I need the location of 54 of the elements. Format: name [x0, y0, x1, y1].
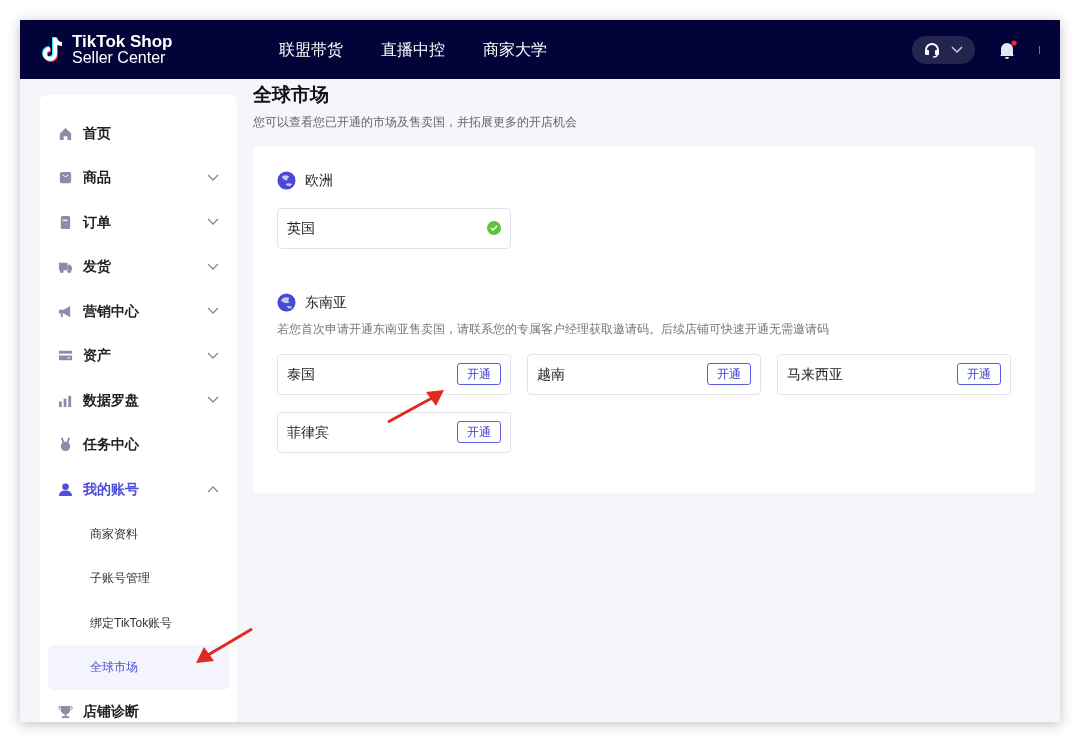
chevron-icon — [951, 45, 964, 54]
person-icon — [58, 481, 73, 497]
chevron-icon — [207, 485, 219, 494]
nav-link[interactable]: 商家大学 — [483, 37, 547, 62]
sidebar-item[interactable]: 首页 — [40, 111, 237, 156]
chevron-icon — [207, 396, 219, 405]
bag-icon — [58, 170, 73, 186]
annotation-arrow — [194, 627, 254, 665]
chevron-icon — [207, 173, 219, 182]
page-title: 全球市场 — [253, 83, 330, 107]
sidebar-item[interactable]: 店铺诊断 — [40, 689, 237, 722]
open-button[interactable]: 开通 — [707, 363, 751, 386]
region-name: 欧洲 — [305, 170, 333, 190]
sidebar-subitem[interactable]: 子账号管理 — [48, 556, 229, 601]
logo-subtitle: Seller Center — [72, 50, 166, 66]
market-name: 马来西亚 — [787, 364, 843, 384]
trophy-icon — [58, 704, 73, 720]
market-name: 菲律宾 — [287, 422, 329, 442]
medal-icon — [58, 437, 73, 453]
globe-icon — [277, 292, 296, 312]
open-button[interactable]: 开通 — [457, 421, 501, 444]
market-name: 越南 — [537, 364, 565, 384]
globe-icon — [277, 170, 296, 190]
region-name: 东南亚 — [305, 292, 347, 312]
sidebar-subitem[interactable]: 全球市场 — [48, 645, 229, 690]
chevron-icon — [207, 307, 219, 316]
sidebar-item[interactable]: 我的账号 — [40, 467, 237, 512]
region-note: 若您首次申请开通东南亚售卖国，请联系您的专属客户经理获取邀请码。后续店铺可快速开通无需邀请码 — [277, 321, 830, 337]
megaphone-icon — [58, 303, 73, 319]
chevron-icon — [207, 218, 219, 227]
sidebar-item[interactable]: 订单 — [40, 200, 237, 245]
sidebar-item[interactable]: 任务中心 — [40, 422, 237, 467]
logo-title: TikTok Shop — [72, 33, 173, 50]
support-dropdown[interactable] — [912, 35, 975, 64]
nav-link[interactable]: 联盟带货 — [279, 37, 343, 62]
nav-link[interactable]: 直播中控 — [381, 37, 445, 62]
chevron-icon — [207, 262, 219, 271]
sidebar-subitem[interactable]: 商家资料 — [48, 511, 229, 556]
page-subtitle: 您可以查看您已开通的市场及售卖国，并拓展更多的开店机会 — [253, 113, 578, 131]
chevron-icon — [207, 351, 219, 360]
annotation-arrow — [386, 388, 446, 424]
open-button[interactable]: 开通 — [457, 363, 501, 386]
headset-icon — [923, 41, 940, 58]
market-name: 泰国 — [287, 364, 315, 384]
sidebar-item[interactable]: 商品 — [40, 155, 237, 200]
sidebar-subitem[interactable]: 绑定TikTok账号 — [48, 600, 229, 645]
sidebar-item[interactable]: 营销中心 — [40, 289, 237, 334]
open-button[interactable]: 开通 — [957, 363, 1001, 386]
sidebar-item[interactable]: 数据罗盘 — [40, 378, 237, 423]
sidebar-item[interactable]: 发货 — [40, 244, 237, 289]
document-icon — [58, 214, 73, 230]
home-icon — [58, 125, 73, 141]
market-name: 英国 — [287, 218, 315, 238]
sidebar-item[interactable]: 资产 — [40, 333, 237, 378]
